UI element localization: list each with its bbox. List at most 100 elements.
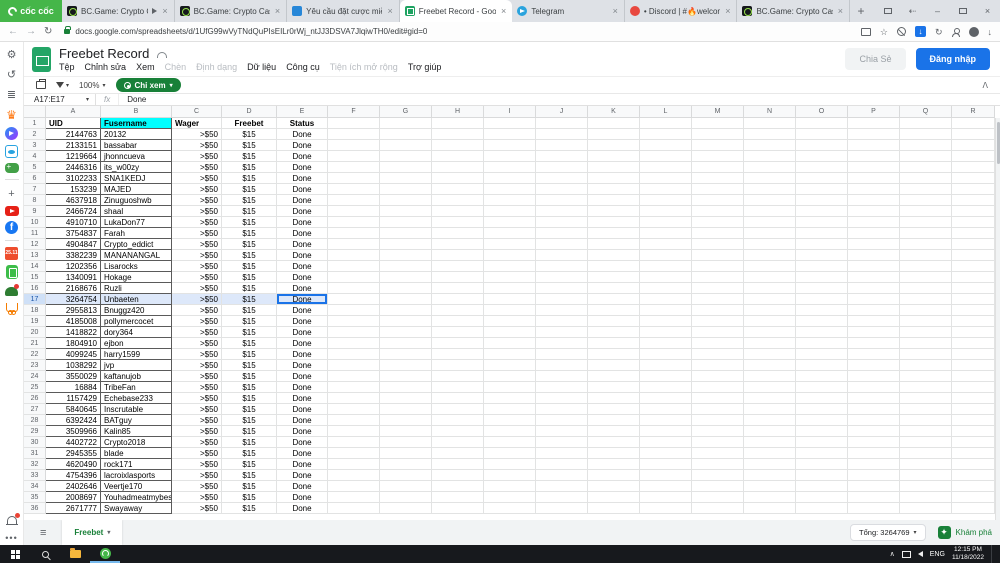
cell-R34[interactable] (952, 481, 995, 492)
cell-R18[interactable] (952, 305, 995, 316)
cell-D35[interactable]: $15 (222, 492, 277, 503)
cell-B27[interactable]: Inscrutable (101, 404, 172, 415)
cell-G16[interactable] (380, 283, 432, 294)
cell-K10[interactable] (588, 217, 640, 228)
cell-Q6[interactable] (900, 173, 952, 184)
cell-O5[interactable] (796, 162, 848, 173)
cell-P13[interactable] (848, 250, 900, 261)
cell-R6[interactable] (952, 173, 995, 184)
cell-I5[interactable] (484, 162, 536, 173)
cell-P20[interactable] (848, 327, 900, 338)
cell-A33[interactable]: 4754396 (46, 470, 101, 481)
cell-K4[interactable] (588, 151, 640, 162)
cell-Q33[interactable] (900, 470, 952, 481)
cell-M15[interactable] (692, 272, 744, 283)
cell-G4[interactable] (380, 151, 432, 162)
cell-G18[interactable] (380, 305, 432, 316)
cell-J16[interactable] (536, 283, 588, 294)
cell-M8[interactable] (692, 195, 744, 206)
cell-K11[interactable] (588, 228, 640, 239)
cell-I28[interactable] (484, 415, 536, 426)
cell-A2[interactable]: 2144763 (46, 129, 101, 140)
cell-M32[interactable] (692, 459, 744, 470)
cell-O13[interactable] (796, 250, 848, 261)
cell-L35[interactable] (640, 492, 692, 503)
cell-E16[interactable]: Done (277, 283, 328, 294)
cell-B28[interactable]: BATguy (101, 415, 172, 426)
cell-F13[interactable] (328, 250, 380, 261)
row-header-21[interactable]: 21 (24, 338, 46, 349)
cell-L22[interactable] (640, 349, 692, 360)
cell-B24[interactable]: kaftanujob (101, 371, 172, 382)
cell-M13[interactable] (692, 250, 744, 261)
cell-F18[interactable] (328, 305, 380, 316)
column-header-O[interactable]: O (796, 106, 848, 118)
cell-N23[interactable] (744, 360, 796, 371)
cell-F14[interactable] (328, 261, 380, 272)
cell-K16[interactable] (588, 283, 640, 294)
volume-icon[interactable] (918, 551, 923, 557)
cell-N27[interactable] (744, 404, 796, 415)
cell-H31[interactable] (432, 448, 484, 459)
cell-H15[interactable] (432, 272, 484, 283)
show-desktop-button[interactable] (991, 545, 994, 563)
cell-F30[interactable] (328, 437, 380, 448)
cell-F16[interactable] (328, 283, 380, 294)
cell-P33[interactable] (848, 470, 900, 481)
cell-B18[interactable]: Bnuggz420 (101, 305, 172, 316)
cell-J30[interactable] (536, 437, 588, 448)
cell-G27[interactable] (380, 404, 432, 415)
cell-I31[interactable] (484, 448, 536, 459)
formula-bar-value[interactable]: Done (119, 95, 146, 104)
cell-E31[interactable]: Done (277, 448, 328, 459)
cell-B31[interactable]: blade (101, 448, 172, 459)
cell-M24[interactable] (692, 371, 744, 382)
cell-M20[interactable] (692, 327, 744, 338)
filter-icon[interactable]: ▾ (56, 82, 69, 89)
cell-D32[interactable]: $15 (222, 459, 277, 470)
cell-K1[interactable] (588, 118, 640, 129)
cell-L10[interactable] (640, 217, 692, 228)
cell-M34[interactable] (692, 481, 744, 492)
cell-Q10[interactable] (900, 217, 952, 228)
cell-G26[interactable] (380, 393, 432, 404)
cell-E3[interactable]: Done (277, 140, 328, 151)
cell-P31[interactable] (848, 448, 900, 459)
cell-N29[interactable] (744, 426, 796, 437)
cell-K14[interactable] (588, 261, 640, 272)
cell-O32[interactable] (796, 459, 848, 470)
cell-N9[interactable] (744, 206, 796, 217)
cell-R35[interactable] (952, 492, 995, 503)
cell-I22[interactable] (484, 349, 536, 360)
cell-D16[interactable]: $15 (222, 283, 277, 294)
menu-tiện-ích-mở-rộng[interactable]: Tiện ích mở rộng (330, 62, 398, 72)
cell-A9[interactable]: 2466724 (46, 206, 101, 217)
cell-K13[interactable] (588, 250, 640, 261)
cell-C11[interactable]: >$50 (172, 228, 222, 239)
cell-D15[interactable]: $15 (222, 272, 277, 283)
cell-N3[interactable] (744, 140, 796, 151)
row-header-20[interactable]: 20 (24, 327, 46, 338)
cell-A10[interactable]: 4910710 (46, 217, 101, 228)
cell-G25[interactable] (380, 382, 432, 393)
cell-K6[interactable] (588, 173, 640, 184)
tab-close-icon[interactable]: × (837, 7, 844, 16)
cell-G28[interactable] (380, 415, 432, 426)
cell-A19[interactable]: 4185008 (46, 316, 101, 327)
cell-D14[interactable]: $15 (222, 261, 277, 272)
cell-P27[interactable] (848, 404, 900, 415)
cell-C29[interactable]: >$50 (172, 426, 222, 437)
cell-Q2[interactable] (900, 129, 952, 140)
cell-K22[interactable] (588, 349, 640, 360)
cell-G2[interactable] (380, 129, 432, 140)
menu-công-cụ[interactable]: Công cụ (286, 62, 320, 72)
cell-A21[interactable]: 1804910 (46, 338, 101, 349)
cell-I6[interactable] (484, 173, 536, 184)
cell-I2[interactable] (484, 129, 536, 140)
cell-N35[interactable] (744, 492, 796, 503)
cell-F26[interactable] (328, 393, 380, 404)
cell-I35[interactable] (484, 492, 536, 503)
row-header-28[interactable]: 28 (24, 415, 46, 426)
cell-J14[interactable] (536, 261, 588, 272)
browser-tab[interactable]: BC.Game: Crypto Casino× (737, 0, 850, 22)
